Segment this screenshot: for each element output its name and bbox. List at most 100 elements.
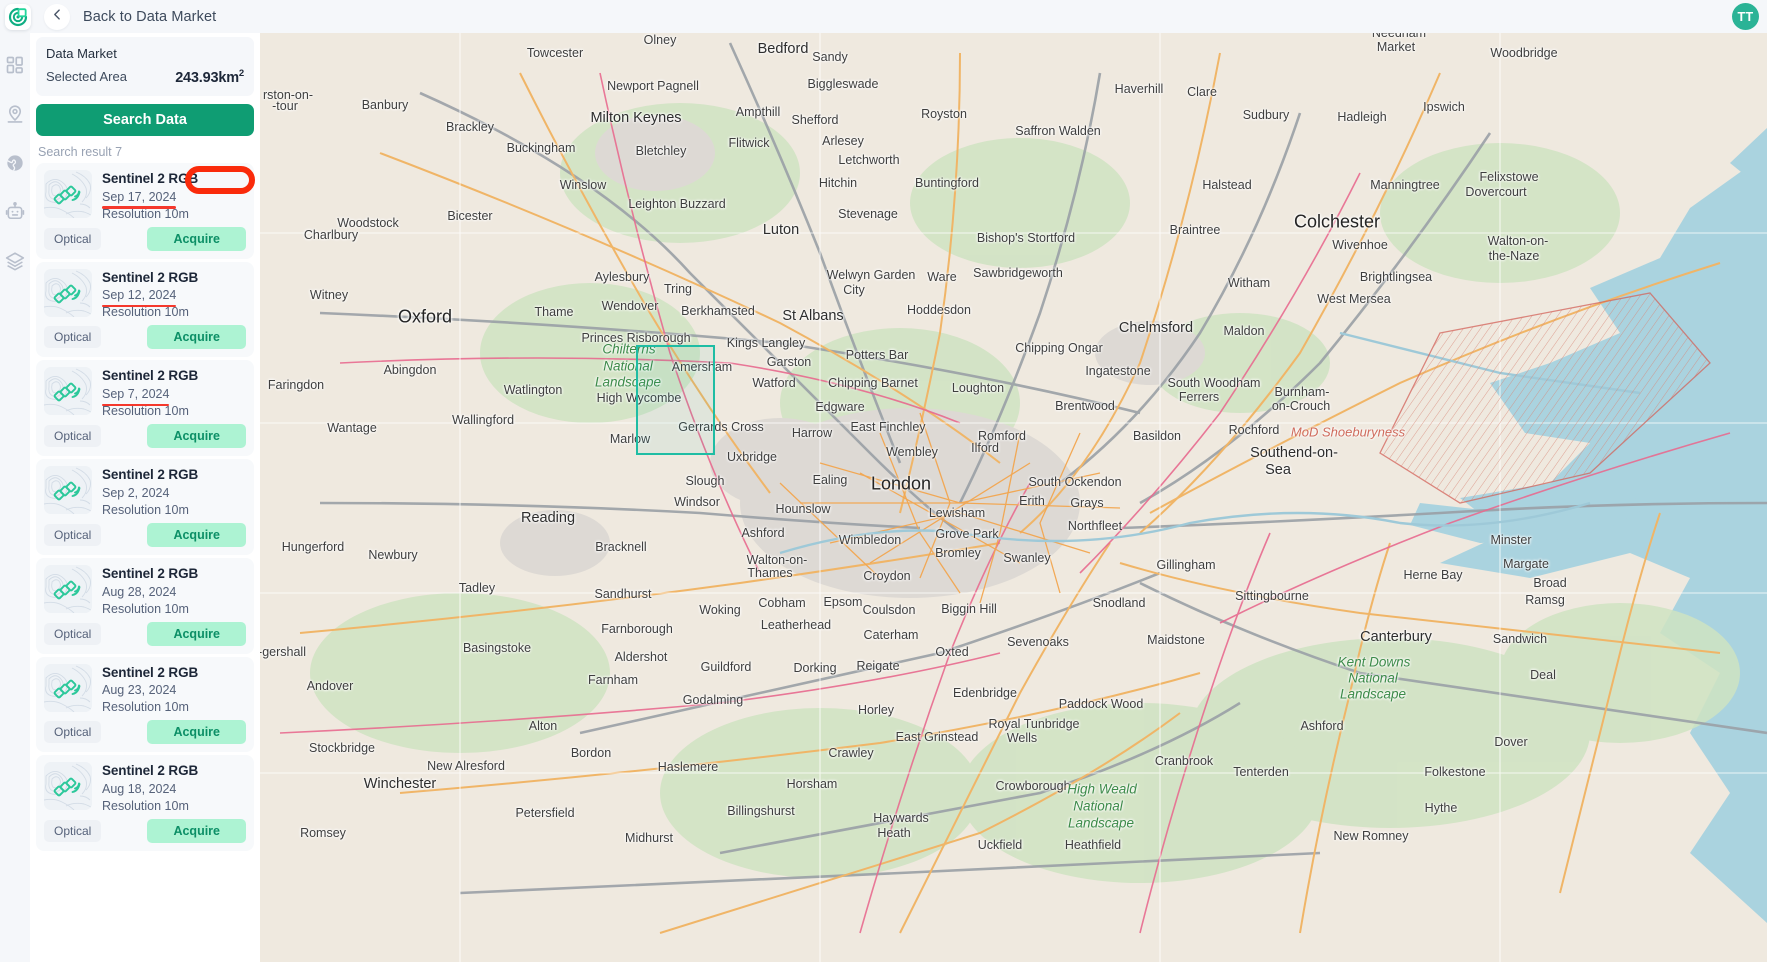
result-card-meta: Sentinel 2 RGB Aug 23, 2024 Resolution 1… [102, 664, 246, 717]
result-card[interactable]: Sentinel 2 RGB Aug 23, 2024 Resolution 1… [36, 656, 254, 753]
selected-area-unit-exponent: 2 [238, 68, 244, 79]
search-data-button[interactable]: Search Data [36, 103, 254, 136]
acquire-button[interactable]: Acquire [147, 621, 246, 646]
result-card[interactable]: Sentinel 2 RGB Sep 17, 2024 Resolution 1… [36, 162, 254, 259]
selection-info-card: Data Market Selected Area 243.93km2 [36, 37, 254, 96]
acquire-button[interactable]: Acquire [147, 720, 246, 745]
result-date-text: Sep 17, 2024 [102, 189, 177, 204]
logo-slot [0, 0, 36, 33]
result-resolution: Resolution 10m [102, 601, 189, 616]
result-date: Aug 18, 2024 [102, 781, 176, 798]
acquire-button[interactable]: Acquire [147, 424, 246, 449]
panel-title: Data Market [46, 46, 117, 61]
selected-area-unit: km [218, 69, 239, 86]
result-date-text: Aug 23, 2024 [102, 683, 177, 698]
result-card-top: Sentinel 2 RGB Sep 12, 2024 Resolution 1… [44, 268, 246, 322]
satellite-topographic-thumb-icon [44, 663, 92, 712]
result-card-top: Sentinel 2 RGB Sep 17, 2024 Resolution 1… [44, 169, 246, 223]
acquire-button[interactable]: Acquire [147, 522, 246, 547]
result-card-top: Sentinel 2 RGB Sep 2, 2024 Resolution 10… [44, 466, 246, 519]
result-card-top: Sentinel 2 RGB Aug 23, 2024 Resolution 1… [44, 663, 246, 717]
location-pin-icon[interactable] [5, 104, 25, 124]
app-logo-icon[interactable] [5, 3, 31, 30]
annotation-underline-date [102, 403, 170, 407]
panel-title-row: Data Market [36, 42, 254, 64]
result-date: Sep 2, 2024 [102, 485, 169, 502]
layers-icon[interactable] [5, 251, 25, 271]
result-card-top: Sentinel 2 RGB Aug 18, 2024 Resolution 1… [44, 762, 246, 815]
result-sensor-tag: Optical [44, 425, 102, 448]
result-card-top: Sentinel 2 RGB Aug 28, 2024 Resolution 1… [44, 564, 246, 618]
satellite-topographic-thumb-icon [44, 268, 92, 317]
satellite-topographic-thumb-icon [44, 762, 92, 811]
satellite-topographic-thumb-icon [44, 466, 92, 515]
robot-icon[interactable] [5, 202, 25, 222]
result-card-bottom: Optical Acquire [44, 325, 246, 350]
back-to-data-market-label[interactable]: Back to Data Market [83, 9, 216, 25]
result-card-bottom: Optical Acquire [44, 424, 246, 449]
result-title: Sentinel 2 RGB [102, 664, 199, 680]
annotation-underline-date [102, 206, 177, 209]
result-resolution: Resolution 10m [102, 502, 189, 517]
satellite-topographic-thumb-icon [44, 367, 92, 416]
result-title: Sentinel 2 RGB [102, 368, 199, 384]
nav-rail [0, 33, 30, 962]
result-date-text: Sep 12, 2024 [102, 288, 177, 303]
result-card[interactable]: Sentinel 2 RGB Sep 7, 2024 Resolution 10… [36, 360, 254, 457]
data-market-sidebar: Data Market Selected Area 243.93km2 Sear… [30, 33, 260, 962]
result-card-meta: Sentinel 2 RGB Sep 7, 2024 Resolution 10… [102, 367, 246, 420]
acquire-button[interactable]: Acquire [147, 819, 246, 844]
map-canvas[interactable]: Towcester Olney Bedford Sandy Needham Market W… [260, 33, 1767, 962]
selected-area-row: Selected Area 243.93km2 [36, 64, 254, 90]
result-card-bottom: Optical Acquire [44, 621, 246, 646]
globe-icon[interactable] [5, 153, 25, 173]
result-date-text: Aug 18, 2024 [102, 782, 177, 797]
search-result-count: Search result 7 [38, 144, 123, 159]
result-card-top: Sentinel 2 RGB Sep 7, 2024 Resolution 10… [44, 367, 246, 420]
satellite-topographic-thumb-icon [44, 169, 92, 218]
result-date-text: Sep 2, 2024 [102, 485, 170, 500]
body-row: Data Market Selected Area 243.93km2 Sear… [0, 33, 1767, 962]
result-sensor-tag: Optical [44, 326, 102, 349]
result-sensor-tag: Optical [44, 721, 102, 744]
result-card[interactable]: Sentinel 2 RGB Aug 28, 2024 Resolution 1… [36, 557, 254, 654]
grid-dashboard-icon[interactable] [5, 55, 25, 75]
result-date: Sep 17, 2024 [102, 189, 177, 209]
result-title: Sentinel 2 RGB [102, 269, 199, 285]
result-date-text: Aug 28, 2024 [102, 584, 177, 599]
result-title: Sentinel 2 RGB [102, 170, 199, 186]
result-sensor-tag: Optical [44, 227, 102, 250]
result-date: Aug 23, 2024 [102, 682, 176, 699]
result-title: Sentinel 2 RGB [102, 763, 199, 779]
result-card-bottom: Optical Acquire [44, 522, 246, 547]
result-sensor-tag: Optical [44, 622, 102, 645]
result-card-meta: Sentinel 2 RGB Sep 12, 2024 Resolution 1… [102, 269, 246, 322]
result-date: Sep 12, 2024 [102, 287, 177, 308]
result-card[interactable]: Sentinel 2 RGB Sep 12, 2024 Resolution 1… [36, 261, 254, 358]
result-date: Aug 28, 2024 [102, 584, 176, 601]
area-selection-box[interactable] [636, 345, 715, 455]
result-resolution: Resolution 10m [102, 700, 189, 715]
selected-area-value: 243.93km2 [175, 68, 244, 86]
chevron-left-icon [51, 8, 64, 26]
result-card[interactable]: Sentinel 2 RGB Aug 18, 2024 Resolution 1… [36, 755, 254, 852]
map-basemap [260, 33, 1767, 962]
result-sensor-tag: Optical [44, 820, 102, 843]
selected-area-label: Selected Area [46, 69, 127, 85]
result-card-bottom: Optical Acquire [44, 720, 246, 745]
result-card-meta: Sentinel 2 RGB Sep 17, 2024 Resolution 1… [102, 170, 246, 223]
result-resolution: Resolution 10m [102, 799, 189, 814]
search-results-list: Sentinel 2 RGB Sep 17, 2024 Resolution 1… [36, 162, 254, 962]
result-card[interactable]: Sentinel 2 RGB Sep 2, 2024 Resolution 10… [36, 459, 254, 555]
back-button[interactable] [44, 3, 70, 30]
result-title: Sentinel 2 RGB [102, 565, 199, 581]
result-sensor-tag: Optical [44, 523, 102, 546]
acquire-button[interactable]: Acquire [147, 325, 246, 350]
acquire-button[interactable]: Acquire [147, 226, 246, 251]
result-card-bottom: Optical Acquire [44, 226, 246, 251]
annotation-underline-date [102, 304, 177, 308]
user-avatar[interactable]: TT [1732, 3, 1759, 30]
top-bar: Back to Data Market TT [0, 0, 1767, 33]
result-card-meta: Sentinel 2 RGB Aug 18, 2024 Resolution 1… [102, 762, 246, 815]
app-root: Back to Data Market TT Data Market Selec… [0, 0, 1767, 962]
